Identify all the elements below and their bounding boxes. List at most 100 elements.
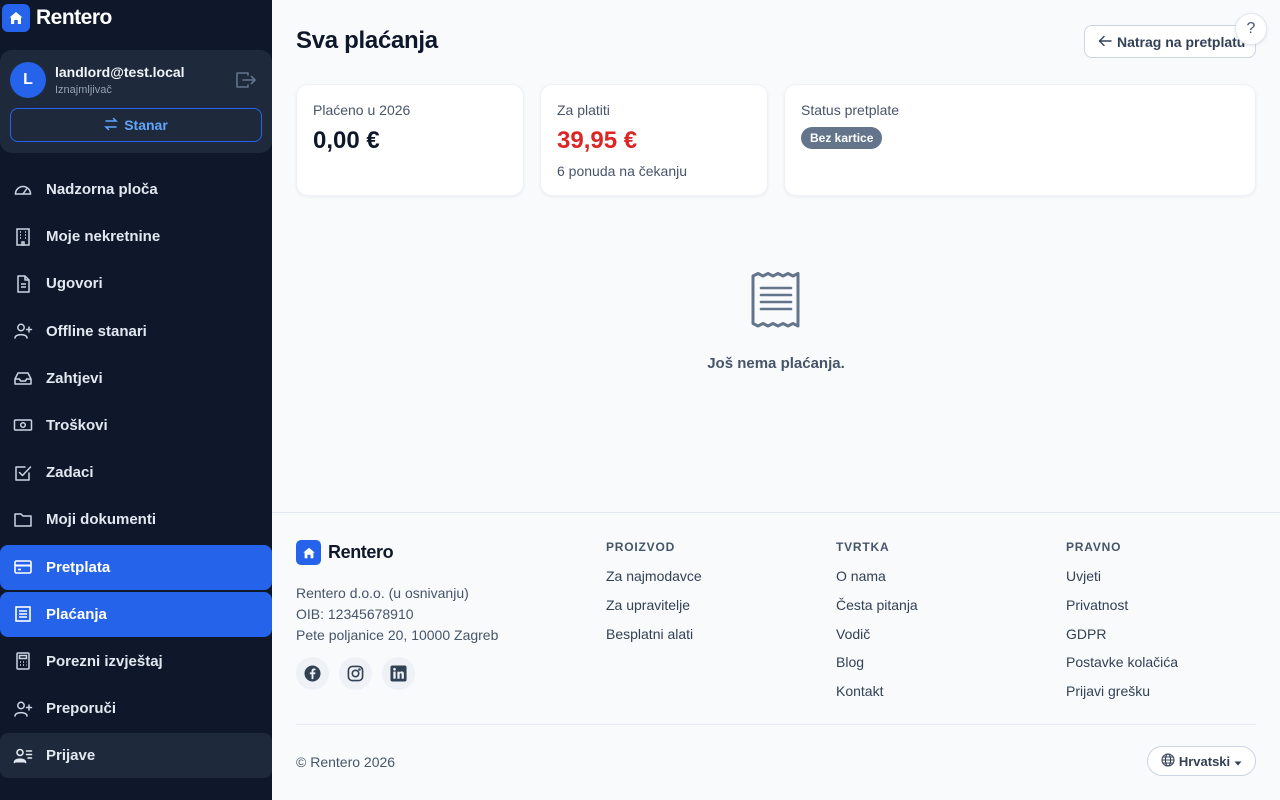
user-role: Iznajmljivač (55, 84, 112, 96)
logout-icon[interactable] (235, 70, 257, 90)
footer: Rentero Rentero d.o.o. (u osnivanju) OIB… (272, 512, 1280, 800)
nav-label: Preporuči (46, 700, 117, 718)
dashboard-icon (13, 180, 33, 200)
footer-column-title: PRAVNO (1066, 540, 1122, 554)
footer-column-legal: PRAVNO Uvjeti Privatnost GDPR Postavke k… (1066, 540, 1178, 711)
user-card: L landlord@test.local Iznajmljivač Stana… (0, 50, 272, 153)
empty-state-text: Još nema plaćanja. (707, 355, 845, 372)
instagram-icon[interactable] (339, 657, 372, 690)
language-label: Hrvatski (1178, 753, 1231, 769)
nav-label: Offline stanari (46, 322, 147, 340)
building-icon (13, 227, 33, 247)
footer-link[interactable]: O nama (836, 567, 918, 596)
nav-item-dashboard[interactable]: Nadzorna ploča (0, 167, 272, 212)
due-sub: 6 ponuda na čekanju (557, 163, 687, 179)
page-title: Sva plaćanja (296, 27, 438, 54)
footer-column-product: PROIZVOD Za najmodavce Za upravitelje Be… (606, 540, 702, 653)
footer-column-title: TVRTKA (836, 540, 890, 554)
sidebar: Rentero L landlord@test.local Iznajmljiv… (0, 0, 272, 800)
footer-brand[interactable]: Rentero (296, 540, 394, 565)
nav-item-applications[interactable]: Prijave (0, 733, 272, 779)
nav-item-offline-tenants[interactable]: Offline stanari (0, 309, 272, 354)
footer-link[interactable]: GDPR (1066, 625, 1178, 654)
switch-icon (104, 117, 119, 134)
paid-label: Plaćeno u 2026 (313, 102, 411, 118)
sidebar-nav: Nadzorna ploča Moje nekretnine Ugovori O… (0, 167, 272, 780)
paid-value: 0,00 € (313, 127, 380, 154)
footer-link[interactable]: Privatnost (1066, 596, 1178, 625)
due-label: Za platiti (557, 102, 610, 118)
back-label: Natrag na pretplatu (1117, 33, 1246, 50)
cash-icon (13, 415, 33, 435)
footer-divider (296, 724, 1256, 725)
nav-label: Ugovori (46, 275, 103, 293)
footer-link[interactable]: Za najmodavce (606, 567, 702, 596)
receipt-icon (750, 272, 802, 328)
status-badge: Bez kartice (801, 127, 883, 149)
nav-item-expenses[interactable]: Troškovi (0, 403, 272, 448)
subscription-status-card: Status pretplate Bez kartice (784, 84, 1256, 196)
facebook-icon[interactable] (296, 657, 329, 690)
copyright: © Rentero 2026 (296, 754, 396, 770)
nav-label: Moji dokumenti (46, 511, 156, 529)
home-icon (2, 4, 30, 32)
globe-icon (1161, 752, 1175, 770)
main-content: Sva plaćanja Natrag na pretplatu ? Plaće… (272, 0, 1280, 800)
nav-label: Plaćanja (46, 605, 107, 623)
nav-item-tax-report[interactable]: Porezni izvještaj (0, 639, 272, 684)
switch-role-button[interactable]: Stanar (10, 108, 262, 142)
footer-column-company: TVRTKA O nama Česta pitanja Vodič Blog K… (836, 540, 918, 711)
chevron-down-icon (1234, 754, 1242, 769)
nav-label: Porezni izvještaj (46, 652, 163, 670)
nav-label: Prijave (46, 747, 96, 765)
calculator-icon (13, 651, 33, 671)
nav-item-requests[interactable]: Zahtjevi (0, 356, 272, 401)
brand[interactable]: Rentero (2, 3, 112, 33)
user-email: landlord@test.local (55, 64, 185, 80)
footer-link[interactable]: Za upravitelje (606, 596, 702, 625)
footer-link[interactable]: Blog (836, 653, 918, 682)
company-name: Rentero d.o.o. (u osnivanju) (296, 585, 469, 601)
nav-label: Moje nekretnine (46, 228, 161, 246)
user-plus-icon (13, 321, 33, 341)
credit-card-icon (13, 557, 33, 577)
status-label: Status pretplate (801, 102, 900, 118)
footer-brand-name: Rentero (328, 542, 394, 562)
company-oib: OIB: 12345678910 (296, 606, 414, 622)
arrow-left-icon (1098, 34, 1112, 50)
nav-item-payments[interactable]: Plaćanja (0, 591, 272, 637)
paid-card: Plaćeno u 2026 0,00 € (296, 84, 524, 196)
footer-link[interactable]: Česta pitanja (836, 596, 918, 625)
footer-link[interactable]: Uvjeti (1066, 567, 1178, 596)
nav-item-contracts[interactable]: Ugovori (0, 261, 272, 306)
switch-role-label: Stanar (124, 117, 168, 133)
company-address: Pete poljanice 20, 10000 Zagreb (296, 627, 499, 643)
linkedin-icon[interactable] (382, 657, 415, 690)
nav-item-tasks[interactable]: Zadaci (0, 450, 272, 495)
nav-item-documents[interactable]: Moji dokumenti (0, 497, 272, 542)
back-to-subscription-button[interactable]: Natrag na pretplatu (1084, 25, 1256, 58)
nav-item-properties[interactable]: Moje nekretnine (0, 214, 272, 259)
receipt-icon (13, 604, 33, 624)
document-icon (13, 274, 33, 294)
nav-label: Zadaci (46, 464, 94, 482)
nav-item-subscription[interactable]: Pretplata (0, 544, 272, 590)
nav-item-refer[interactable]: Preporuči (0, 686, 272, 731)
nav-label: Pretplata (46, 558, 111, 576)
footer-link[interactable]: Kontakt (836, 682, 918, 711)
user-list-icon (13, 746, 33, 766)
checkbox-icon (13, 463, 33, 483)
footer-link[interactable]: Vodič (836, 625, 918, 654)
nav-label: Troškovi (46, 416, 108, 434)
footer-link[interactable]: Prijavi grešku (1066, 682, 1178, 711)
help-button[interactable]: ? (1235, 13, 1267, 45)
folder-icon (13, 510, 33, 530)
social-links (296, 657, 415, 690)
nav-label: Nadzorna ploča (46, 181, 158, 198)
language-select[interactable]: Hrvatski (1147, 746, 1256, 776)
nav-label: Zahtjevi (46, 369, 103, 387)
footer-link[interactable]: Besplatni alati (606, 625, 702, 654)
brand-name: Rentero (36, 6, 112, 29)
due-card: Za platiti 39,95 € 6 ponuda na čekanju (540, 84, 768, 196)
footer-link[interactable]: Postavke kolačića (1066, 653, 1178, 682)
